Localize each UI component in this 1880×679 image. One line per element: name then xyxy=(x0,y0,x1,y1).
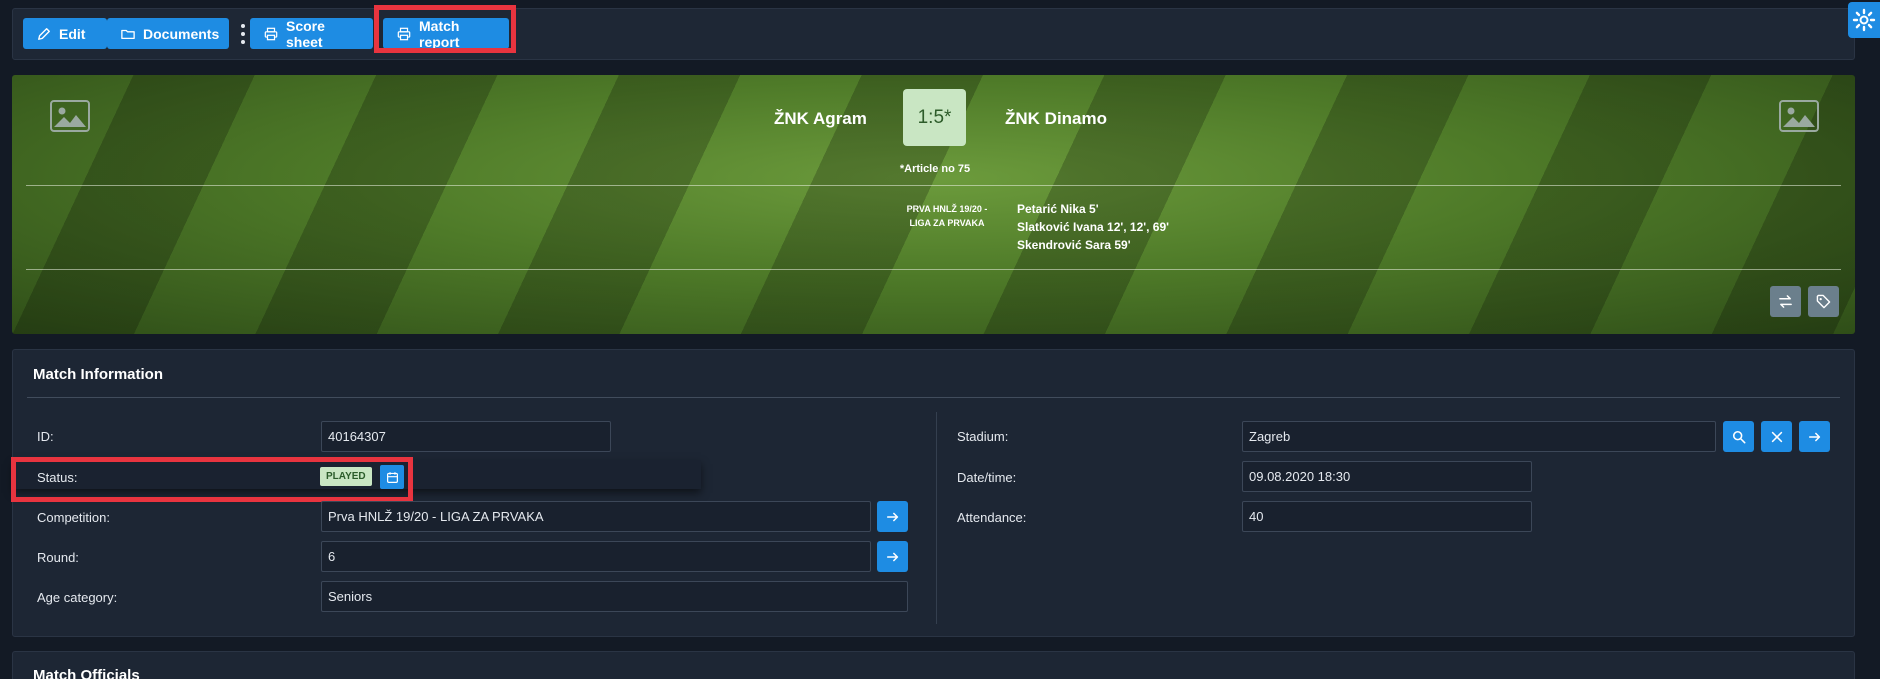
edit-button[interactable]: Edit xyxy=(23,18,107,49)
home-team-logo-placeholder-icon xyxy=(50,100,90,132)
stadium-field[interactable]: Zagreb xyxy=(1242,421,1716,452)
printer-icon xyxy=(397,27,411,40)
age-category-field[interactable]: Seniors xyxy=(321,581,908,612)
competition-name: PRVA HNLŽ 19/20 - LIGA ZA PRVAKA xyxy=(887,202,1007,230)
score-sheet-button[interactable]: Score sheet xyxy=(250,17,373,50)
competition-line-1: PRVA HNLŽ 19/20 - xyxy=(906,204,988,214)
away-team-name: ŽNK Dinamo xyxy=(1005,109,1107,128)
calendar-icon xyxy=(386,471,398,483)
score-sheet-button-label: Score sheet xyxy=(286,17,325,50)
stadium-open-button[interactable] xyxy=(1799,421,1830,452)
tags-button[interactable] xyxy=(1808,286,1839,317)
stadium-clear-button[interactable] xyxy=(1761,421,1792,452)
panel-divider xyxy=(27,397,1840,398)
stadium-label: Stadium: xyxy=(957,429,1009,444)
attendance-field[interactable]: 40 xyxy=(1242,501,1532,532)
arrow-right-icon xyxy=(1808,432,1820,441)
settings-gear-icon[interactable] xyxy=(1848,2,1880,38)
status-calendar-button[interactable] xyxy=(380,465,404,489)
away-team-logo-placeholder-icon xyxy=(1779,100,1819,132)
competition-line-2: LIGA ZA PRVAKA xyxy=(909,218,985,228)
round-label: Round: xyxy=(37,550,79,565)
documents-button-label: Documents xyxy=(143,25,220,42)
scorer-item: Slatković Ivana 12', 12', 69' xyxy=(1017,220,1169,234)
attendance-label: Attendance: xyxy=(957,510,1027,525)
match-report-button[interactable]: Match report xyxy=(383,17,509,50)
pencil-icon xyxy=(38,27,50,40)
action-toolbar: Edit Documents Score sheet Match report xyxy=(12,8,1855,60)
printer-icon xyxy=(264,27,278,40)
match-score: 1:5* xyxy=(903,89,966,146)
stadium-search-button[interactable] xyxy=(1723,421,1754,452)
scorer-item: Skendrović Sara 59' xyxy=(1017,238,1131,252)
arrow-right-icon xyxy=(886,552,898,561)
competition-field[interactable]: Prva HNLŽ 19/20 - LIGA ZA PRVAKA xyxy=(321,501,871,532)
age-category-label: Age category: xyxy=(37,590,118,605)
panel-title: Match Officials xyxy=(33,667,140,679)
column-divider xyxy=(936,412,937,624)
tag-icon xyxy=(1816,294,1831,309)
match-report-button-label: Match report xyxy=(419,17,460,50)
round-field[interactable]: 6 xyxy=(321,541,871,572)
more-options-icon[interactable] xyxy=(239,24,247,44)
status-badge: PLAYED xyxy=(320,467,372,486)
home-team-name: ŽNK Agram xyxy=(774,109,867,128)
panel-title: Match Information xyxy=(33,366,163,383)
datetime-label: Date/time: xyxy=(957,470,1017,485)
swap-teams-button[interactable] xyxy=(1770,286,1801,317)
scorer-item: Petarić Nika 5' xyxy=(1017,202,1099,216)
id-field[interactable]: 40164307 xyxy=(321,421,611,452)
datetime-field[interactable]: 09.08.2020 18:30 xyxy=(1242,461,1532,492)
documents-button[interactable]: Documents xyxy=(107,18,229,49)
score-note: *Article no 75 xyxy=(899,163,971,175)
competition-label: Competition: xyxy=(37,510,110,525)
match-officials-panel: Match Officials xyxy=(12,651,1855,679)
match-banner: ŽNK Agram 1:5* ŽNK Dinamo *Article no 75… xyxy=(12,75,1855,334)
folder-icon xyxy=(121,29,135,39)
banner-divider-top xyxy=(26,185,1841,186)
arrow-right-icon xyxy=(886,512,898,521)
match-information-panel: Match Information xyxy=(12,349,1855,637)
round-open-button[interactable] xyxy=(877,541,908,572)
status-label: Status: xyxy=(37,470,78,485)
competition-open-button[interactable] xyxy=(877,501,908,532)
close-icon xyxy=(1771,431,1782,442)
banner-divider-bottom xyxy=(26,269,1841,270)
search-icon xyxy=(1732,430,1745,443)
edit-button-label: Edit xyxy=(59,25,86,42)
id-label: ID: xyxy=(37,429,54,444)
swap-arrows-icon xyxy=(1779,295,1792,308)
